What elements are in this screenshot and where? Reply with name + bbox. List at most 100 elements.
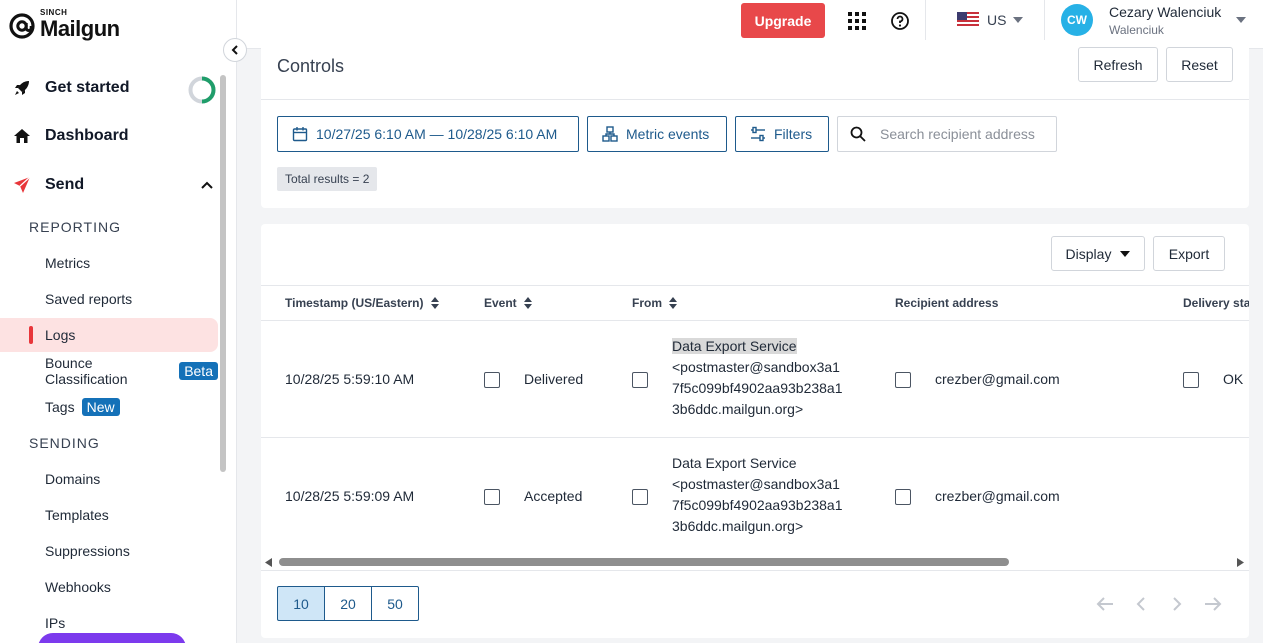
column-header-delivery-status[interactable]: Delivery stat [1183, 296, 1249, 310]
nav-send-label: Send [45, 176, 85, 193]
user-name[interactable]: Cezary Walenciuk [1109, 4, 1221, 20]
sliders-icon [750, 126, 766, 142]
metric-events-button[interactable]: Metric events [587, 116, 727, 152]
mailgun-logo[interactable]: SINCH Mailgun [8, 8, 120, 41]
upgrade-button[interactable]: Upgrade [741, 3, 825, 38]
nav-send[interactable]: Send [0, 165, 220, 205]
at-sign-icon [9, 13, 35, 39]
new-badge: New [81, 398, 120, 416]
page-size-50[interactable]: 50 [371, 586, 419, 621]
horizontal-scrollbar[interactable] [261, 554, 1249, 570]
home-icon [12, 126, 32, 146]
sidebar-promo-button[interactable] [38, 633, 186, 643]
sidebar-item-domains[interactable]: Domains [0, 462, 218, 496]
scroll-right-icon[interactable] [1237, 558, 1244, 567]
sidebar-item-logs[interactable]: Logs [0, 318, 218, 352]
help-icon[interactable] [890, 11, 910, 31]
sort-icon [669, 297, 677, 309]
sidebar-item-label: Saved reports [45, 291, 133, 307]
sidebar-item-bounce-classification[interactable]: Bounce Classification Beta [0, 354, 218, 388]
display-label: Display [1065, 245, 1112, 262]
event-checkbox[interactable] [484, 489, 500, 505]
sidebar-item-metrics[interactable]: Metrics [0, 246, 218, 280]
column-header-from[interactable]: From [632, 296, 677, 310]
recipient-cell: crezber@gmail.com [935, 371, 1060, 387]
sidebar-item-label: Metrics [45, 255, 91, 271]
event-checkbox[interactable] [484, 372, 500, 388]
column-header-label: Timestamp (US/Eastern) [285, 296, 424, 310]
user-account: Walenciuk [1109, 23, 1164, 37]
nav-dashboard[interactable]: Dashboard [0, 116, 220, 156]
beta-badge: Beta [179, 362, 218, 380]
reset-button[interactable]: Reset [1166, 47, 1233, 82]
progress-ring-icon [188, 76, 216, 104]
from-checkbox[interactable] [632, 372, 648, 388]
chevron-left-icon [231, 45, 238, 55]
sidebar-item-templates[interactable]: Templates [0, 498, 218, 532]
filters-button[interactable]: Filters [735, 116, 829, 152]
delivery-status-cell: OK [1223, 371, 1244, 387]
column-header-timestamp[interactable]: Timestamp (US/Eastern) [285, 296, 439, 310]
caret-down-icon[interactable] [1236, 17, 1246, 23]
page-size-20[interactable]: 20 [324, 586, 372, 621]
divider [261, 437, 1249, 438]
sidebar-scrollbar[interactable] [220, 75, 226, 472]
search-box[interactable] [837, 116, 1057, 152]
logo-mailgun-text: Mailgun [40, 16, 120, 41]
search-recipient-input[interactable] [880, 126, 1050, 142]
sidebar-item-suppressions[interactable]: Suppressions [0, 534, 218, 568]
recipient-cell: crezber@gmail.com [935, 488, 1060, 504]
from-address-line: 7f5c099bf4902aa93b238a1 [672, 380, 843, 396]
event-cell: Accepted [524, 488, 583, 504]
chevron-up-icon[interactable] [200, 178, 214, 192]
delivery-checkbox[interactable] [1183, 372, 1199, 388]
column-header-recipient[interactable]: Recipient address [895, 296, 998, 310]
sidebar-item-label: Suppressions [45, 543, 130, 559]
sort-icon [430, 297, 439, 309]
controls-title: Controls [277, 56, 345, 76]
from-address-line: 7f5c099bf4902aa93b238a1 [672, 497, 843, 513]
next-page-icon[interactable] [1167, 596, 1187, 612]
first-page-icon[interactable] [1095, 596, 1115, 612]
from-address-line: 3b6ddc.mailgun.org> [672, 401, 804, 417]
nav-dashboard-label: Dashboard [45, 127, 129, 144]
apps-grid-icon[interactable] [848, 12, 866, 30]
scroll-left-icon[interactable] [265, 558, 272, 567]
event-cell: Delivered [524, 371, 584, 387]
collapse-sidebar-button[interactable] [223, 38, 247, 62]
from-name: Data Export Service [672, 338, 797, 354]
metric-events-label: Metric events [626, 126, 710, 142]
date-range-picker[interactable]: 10/27/25 6:10 AM — 10/28/25 6:10 AM [277, 116, 579, 152]
last-page-icon[interactable] [1203, 596, 1223, 612]
sidebar-item-tags[interactable]: Tags New [0, 390, 218, 424]
us-flag-icon [957, 12, 979, 28]
column-header-event[interactable]: Event [484, 296, 532, 310]
page-size-selector: 10 20 50 [277, 586, 419, 621]
controls-card: Controls Refresh Reset 10/27/25 6:10 AM … [261, 40, 1249, 208]
filters-label: Filters [774, 126, 813, 142]
from-checkbox[interactable] [632, 489, 648, 505]
from-address-line: <postmaster@sandbox3a1 [672, 359, 840, 375]
results-card: Display Export Timestamp (US/Eastern) Ev… [261, 224, 1249, 638]
recipient-checkbox[interactable] [895, 372, 911, 388]
divider [261, 285, 1249, 286]
scrollbar-thumb[interactable] [279, 558, 1009, 566]
previous-page-icon[interactable] [1131, 596, 1151, 612]
export-button[interactable]: Export [1153, 236, 1225, 271]
page-size-10[interactable]: 10 [277, 586, 325, 621]
divider [261, 570, 1249, 571]
avatar[interactable]: CW [1061, 4, 1093, 36]
sidebar-item-webhooks[interactable]: Webhooks [0, 570, 218, 604]
caret-down-icon [1120, 250, 1131, 257]
from-cell: Data Export Service <postmaster@sandbox3… [672, 336, 843, 420]
reporting-section-label: REPORTING [29, 219, 121, 235]
refresh-button[interactable]: Refresh [1078, 47, 1158, 82]
region-selector[interactable]: US [957, 12, 1024, 28]
date-range-label: 10/27/25 6:10 AM — 10/28/25 6:10 AM [316, 126, 558, 142]
sort-icon [523, 297, 532, 309]
recipient-checkbox[interactable] [895, 489, 911, 505]
column-header-label: Recipient address [895, 296, 999, 310]
display-button[interactable]: Display [1051, 236, 1145, 271]
sidebar-item-saved-reports[interactable]: Saved reports [0, 282, 218, 316]
nav-get-started-label: Get started [45, 79, 130, 96]
